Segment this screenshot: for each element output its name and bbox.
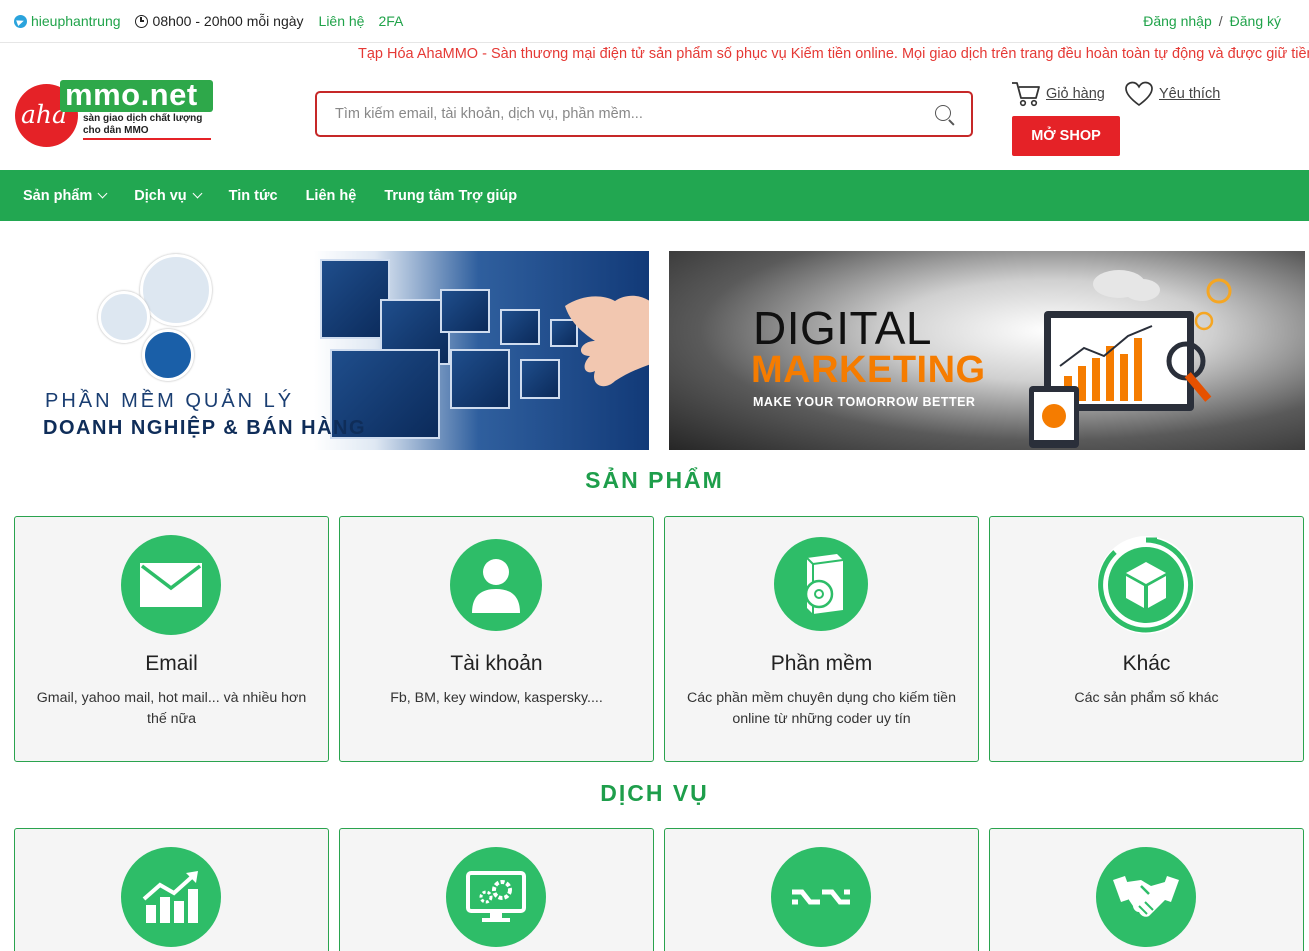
banner-digital-marketing[interactable]: DIGITAL MARKETING MAKE YOUR TOMORROW BET…: [669, 251, 1305, 450]
login-link[interactable]: Đăng nhập: [1143, 13, 1212, 29]
banner-tablet-image: [142, 329, 194, 381]
envelope-icon: [140, 563, 202, 607]
twofa-link[interactable]: 2FA: [378, 13, 403, 29]
products-section-title: SẢN PHẨM: [585, 467, 724, 493]
auth-separator: /: [1218, 13, 1223, 29]
nav-item-news[interactable]: Tin tức: [229, 188, 278, 204]
nav-item-products[interactable]: Sản phẩm: [23, 187, 108, 204]
cart-icon: [1012, 82, 1040, 107]
banner-right-title-1: DIGITAL: [753, 302, 933, 354]
contact-link[interactable]: Liên hệ: [319, 13, 365, 29]
banner-left-title-2: DOANH NGHIỆP & BÁN HÀNG: [43, 417, 367, 439]
product-card-email[interactable]: Email Gmail, yahoo mail, hot mail... và …: [14, 516, 329, 762]
software-box-icon: [804, 554, 844, 614]
service-card[interactable]: [14, 828, 329, 951]
growth-chart-icon-circle: [121, 847, 221, 947]
growth-chart-icon: [142, 871, 198, 923]
logo-mmo-text: mmo.net: [65, 77, 198, 112]
envelope-icon-circle: [121, 535, 221, 635]
banner-person-image: [98, 291, 150, 343]
product-card-software[interactable]: Phần mềm Các phần mềm chuyên dụng cho ki…: [664, 516, 979, 762]
logo-underline: [83, 138, 211, 140]
announcement-marquee: Tạp Hóa AhaMMO - Sàn thương mại điện tử …: [0, 44, 1309, 66]
monitor-gear-icon: [466, 871, 526, 922]
telegram-link[interactable]: hieuphantrung: [14, 13, 121, 29]
nav-item-label: Trung tâm Trợ giúp: [384, 187, 518, 204]
product-card-desc: Fb, BM, key window, kaspersky....: [390, 690, 603, 706]
working-hours-text: 08h00 - 20h00 mỗi ngày: [152, 13, 304, 29]
telegram-icon: [14, 14, 27, 28]
handshake-icon-circle: [1096, 847, 1196, 947]
software-box-icon-circle: [774, 537, 868, 631]
banner-right-subtitle: MAKE YOUR TOMORROW BETTER: [753, 395, 976, 409]
banner-right-title-2: MARKETING: [751, 349, 986, 391]
product-card-title: Email: [145, 652, 198, 675]
heart-icon: [1125, 81, 1153, 107]
wishlist-label: Yêu thích: [1159, 86, 1221, 102]
handshake-icon: [1113, 876, 1179, 917]
search-box: [315, 91, 973, 137]
product-card-title: Phần mềm: [770, 652, 873, 675]
nav-item-label: Dịch vụ: [134, 187, 187, 204]
banner-hand-graphic: [565, 295, 649, 387]
working-hours: 08h00 - 20h00 mỗi ngày: [134, 13, 304, 29]
banner-left-title-1: PHẦN MỀM QUẢN LÝ: [45, 390, 295, 412]
blockchain-icon-circle: [771, 847, 871, 947]
monitor-gear-icon-circle: [446, 847, 546, 947]
product-card-desc: Các sản phẩm số khác: [1074, 690, 1219, 706]
product-card-desc: Gmail, yahoo mail, hot mail... và nhiều …: [36, 690, 307, 727]
banner-analytics-graphic: [1029, 270, 1232, 448]
nav-item-label: Tin tức: [228, 187, 278, 204]
nav-item-services[interactable]: Dịch vụ: [134, 187, 203, 204]
product-card-title: Tài khoản: [450, 652, 543, 675]
product-card-other[interactable]: Khác Các sản phẩm số khác: [989, 516, 1304, 762]
nav-item-help-center[interactable]: Trung tâm Trợ giúp: [384, 188, 517, 204]
search-input[interactable]: [335, 103, 925, 125]
service-card[interactable]: [989, 828, 1304, 951]
cube-icon: [1098, 537, 1194, 633]
product-card-desc: Các phần mềm chuyên dụng cho kiếm tiền o…: [687, 690, 956, 727]
banner-person-image: [140, 254, 212, 326]
auth-links: Đăng nhập / Đăng ký: [1143, 13, 1281, 29]
cube-icon-circle: [1097, 536, 1195, 634]
user-icon-circle: [450, 539, 542, 631]
chevron-down-icon: [192, 188, 203, 199]
service-card[interactable]: [664, 828, 979, 951]
site-logo[interactable]: aha mmo.net sàn giao dịch chất lượng cho…: [15, 77, 215, 148]
chevron-down-icon: [97, 188, 108, 199]
user-icon: [472, 559, 520, 613]
register-link[interactable]: Đăng ký: [1230, 13, 1281, 29]
search-icon[interactable]: [935, 105, 951, 121]
nav-item-label: Sản phẩm: [23, 187, 93, 204]
product-card-title: Khác: [1122, 652, 1171, 675]
product-card-account[interactable]: Tài khoản Fb, BM, key window, kaspersky.…: [339, 516, 654, 762]
cart-label: Giỏ hàng: [1046, 86, 1105, 102]
blockchain-icon: [792, 889, 850, 905]
services-section-title: DỊCH VỤ: [600, 780, 709, 806]
cart-link[interactable]: Giỏ hàng: [1011, 80, 1105, 108]
nav-item-contact[interactable]: Liên hệ: [306, 188, 357, 204]
nav-item-label: Liên hệ: [305, 187, 357, 204]
top-bar: hieuphantrung 08h00 - 20h00 mỗi ngày Liê…: [0, 0, 1309, 43]
logo-tagline-2: cho dân MMO: [83, 125, 149, 136]
logo-tagline-1: sàn giao dịch chất lượng: [83, 113, 203, 124]
telegram-username: hieuphantrung: [31, 13, 121, 29]
main-nav: Sản phẩm Dịch vụ Tin tức Liên hệ Trung t…: [0, 170, 1309, 221]
banner-software-management[interactable]: PHẦN MỀM QUẢN LÝ DOANH NGHIỆP & BÁN HÀNG: [40, 251, 649, 450]
service-card[interactable]: [339, 828, 654, 951]
clock-icon: [134, 14, 148, 28]
open-shop-button[interactable]: MỞ SHOP: [1012, 116, 1120, 156]
announcement-text: Tạp Hóa AhaMMO - Sàn thương mại điện tử …: [358, 46, 1309, 62]
wishlist-link[interactable]: Yêu thích: [1124, 80, 1220, 108]
top-bar-left: hieuphantrung 08h00 - 20h00 mỗi ngày Liê…: [14, 13, 403, 29]
